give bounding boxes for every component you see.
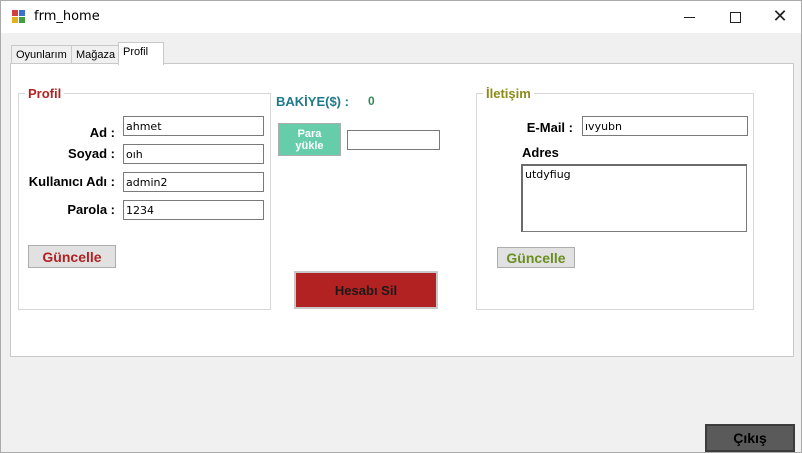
title-bar: frm_home ✕ xyxy=(1,1,801,33)
minimize-icon xyxy=(683,16,695,18)
contact-update-button[interactable]: Güncelle xyxy=(497,247,575,268)
password-label: Parola : xyxy=(67,202,115,217)
tab-oyunlarim[interactable]: Oyunlarım xyxy=(11,45,72,64)
contact-group-title: İletişim xyxy=(483,86,534,101)
maximize-icon xyxy=(729,11,741,23)
balance-label: BAKİYE($) : xyxy=(276,94,349,109)
load-money-label-line1: Para xyxy=(297,127,322,140)
address-field[interactable]: utdyfiug xyxy=(521,164,747,232)
username-field[interactable]: admin2 xyxy=(123,172,264,192)
first-name-label: Ad : xyxy=(89,125,115,140)
exit-button[interactable]: Çıkış xyxy=(705,424,795,452)
email-label: E-Mail : xyxy=(526,120,573,135)
load-money-button[interactable]: Para yükle xyxy=(278,123,341,156)
minimize-button[interactable] xyxy=(666,1,712,33)
password-field[interactable]: 1234 xyxy=(123,200,264,220)
profile-group-title: Profil xyxy=(25,86,65,101)
amount-field[interactable] xyxy=(347,130,440,150)
tab-magaza[interactable]: Mağaza xyxy=(71,45,119,64)
last-name-field[interactable]: oıh xyxy=(123,144,264,164)
profile-tab-page: Profil Ad : ahmet Soyad : oıh Kullanıcı … xyxy=(10,63,794,357)
close-button[interactable]: ✕ xyxy=(757,1,802,33)
load-money-label-line2: yükle xyxy=(295,139,324,152)
profile-update-button[interactable]: Güncelle xyxy=(28,245,116,268)
main-window: frm_home ✕ Oyunlarım Mağaza Profil Profi… xyxy=(0,0,802,453)
delete-account-button[interactable]: Hesabı Sil xyxy=(294,271,438,309)
balance-value: 0 xyxy=(368,94,375,108)
close-icon: ✕ xyxy=(772,6,788,27)
maximize-button[interactable] xyxy=(712,1,758,33)
window-title: frm_home xyxy=(34,9,100,24)
tab-profil[interactable]: Profil xyxy=(118,42,164,65)
first-name-field[interactable]: ahmet xyxy=(123,116,264,136)
username-label: Kullanıcı Adı : xyxy=(28,174,115,189)
app-icon xyxy=(12,10,26,24)
last-name-label: Soyad : xyxy=(68,146,115,161)
address-label: Adres xyxy=(522,145,559,160)
email-field[interactable]: ıvyubn xyxy=(582,116,748,136)
